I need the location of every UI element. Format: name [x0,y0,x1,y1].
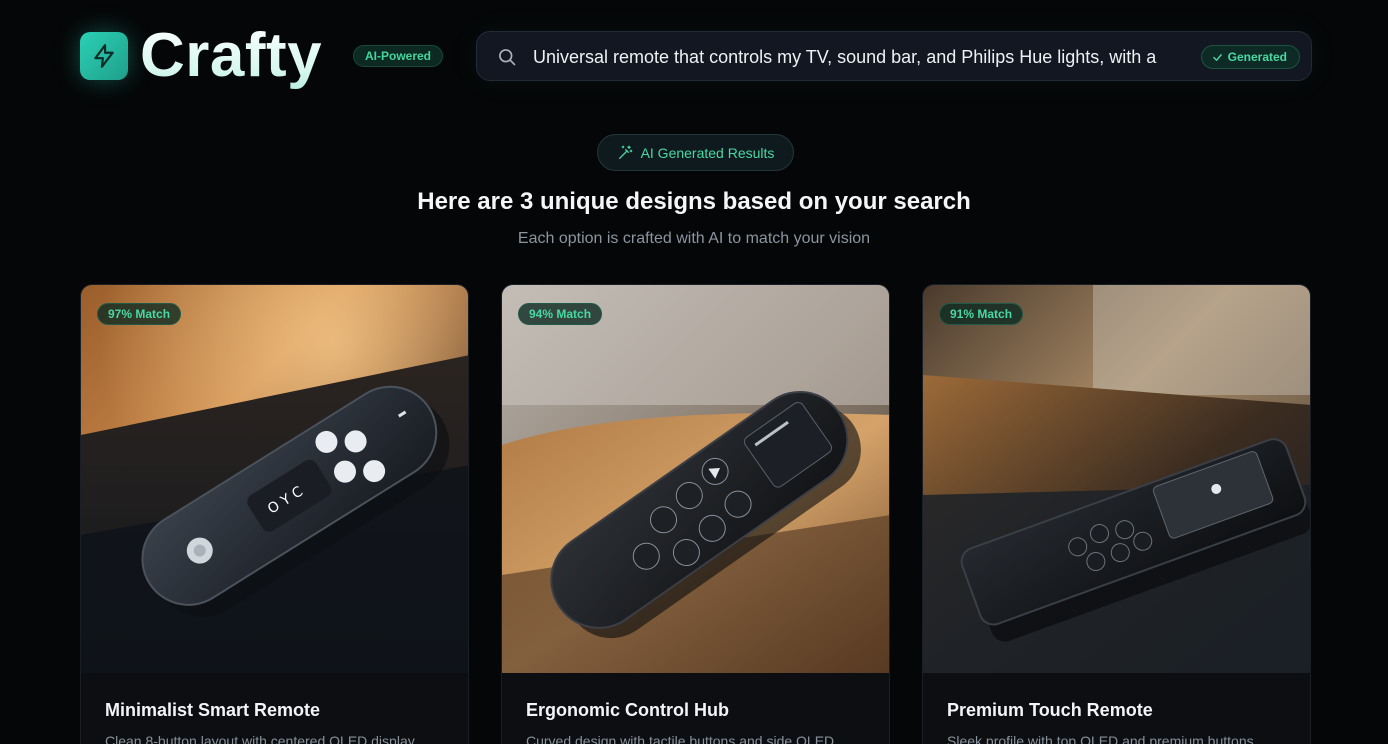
results-title: Here are 3 unique designs based on your … [417,188,971,215]
product-image: 94% Match [502,285,889,673]
design-card[interactable]: 91% Match Premium Touch Remote Sleek pro… [922,284,1311,744]
product-image: O Y C 97% Match [81,285,468,673]
ai-results-pill: AI Generated Results [597,134,794,171]
header: Crafty AI-Powered Universal remote that … [0,0,1388,112]
check-icon [1212,53,1222,61]
card-description: Clean 8-button layout with centered OLED… [105,733,415,744]
results-subtitle: Each option is crafted with AI to match … [517,230,871,247]
card-title[interactable]: Ergonomic Control Hub [526,700,729,721]
search-input[interactable]: Universal remote that controls my TV, so… [533,32,1163,82]
search-icon [499,49,516,66]
brand-name[interactable]: Crafty [140,20,322,92]
generated-badge: Generated [1200,45,1300,69]
design-card[interactable]: 94% Match Ergonomic Control Hub Curved d… [501,284,890,744]
ai-results-label: AI Generated Results [640,144,775,161]
magic-wand-icon [618,145,632,159]
card-title[interactable]: Minimalist Smart Remote [105,700,320,721]
generated-label: Generated [1227,50,1287,64]
card-title[interactable]: Premium Touch Remote [947,700,1153,721]
lightning-bolt-icon [94,44,114,68]
page: Crafty AI-Powered Universal remote that … [0,0,1388,744]
design-card[interactable]: O Y C 97% Match Minimalist Smart Remote … [80,284,469,744]
match-badge: 97% Match [97,303,182,325]
ai-powered-badge: AI-Powered [353,45,444,67]
match-badge: 91% Match [939,303,1024,325]
search-bar[interactable]: Universal remote that controls my TV, so… [476,31,1312,81]
logo-tile[interactable] [80,32,128,80]
match-badge: 94% Match [518,303,603,325]
product-image: 91% Match [923,285,1310,673]
card-description: Sleek profile with top OLED and premium … [947,733,1254,744]
card-description: Curved design with tactile buttons and s… [526,733,835,744]
